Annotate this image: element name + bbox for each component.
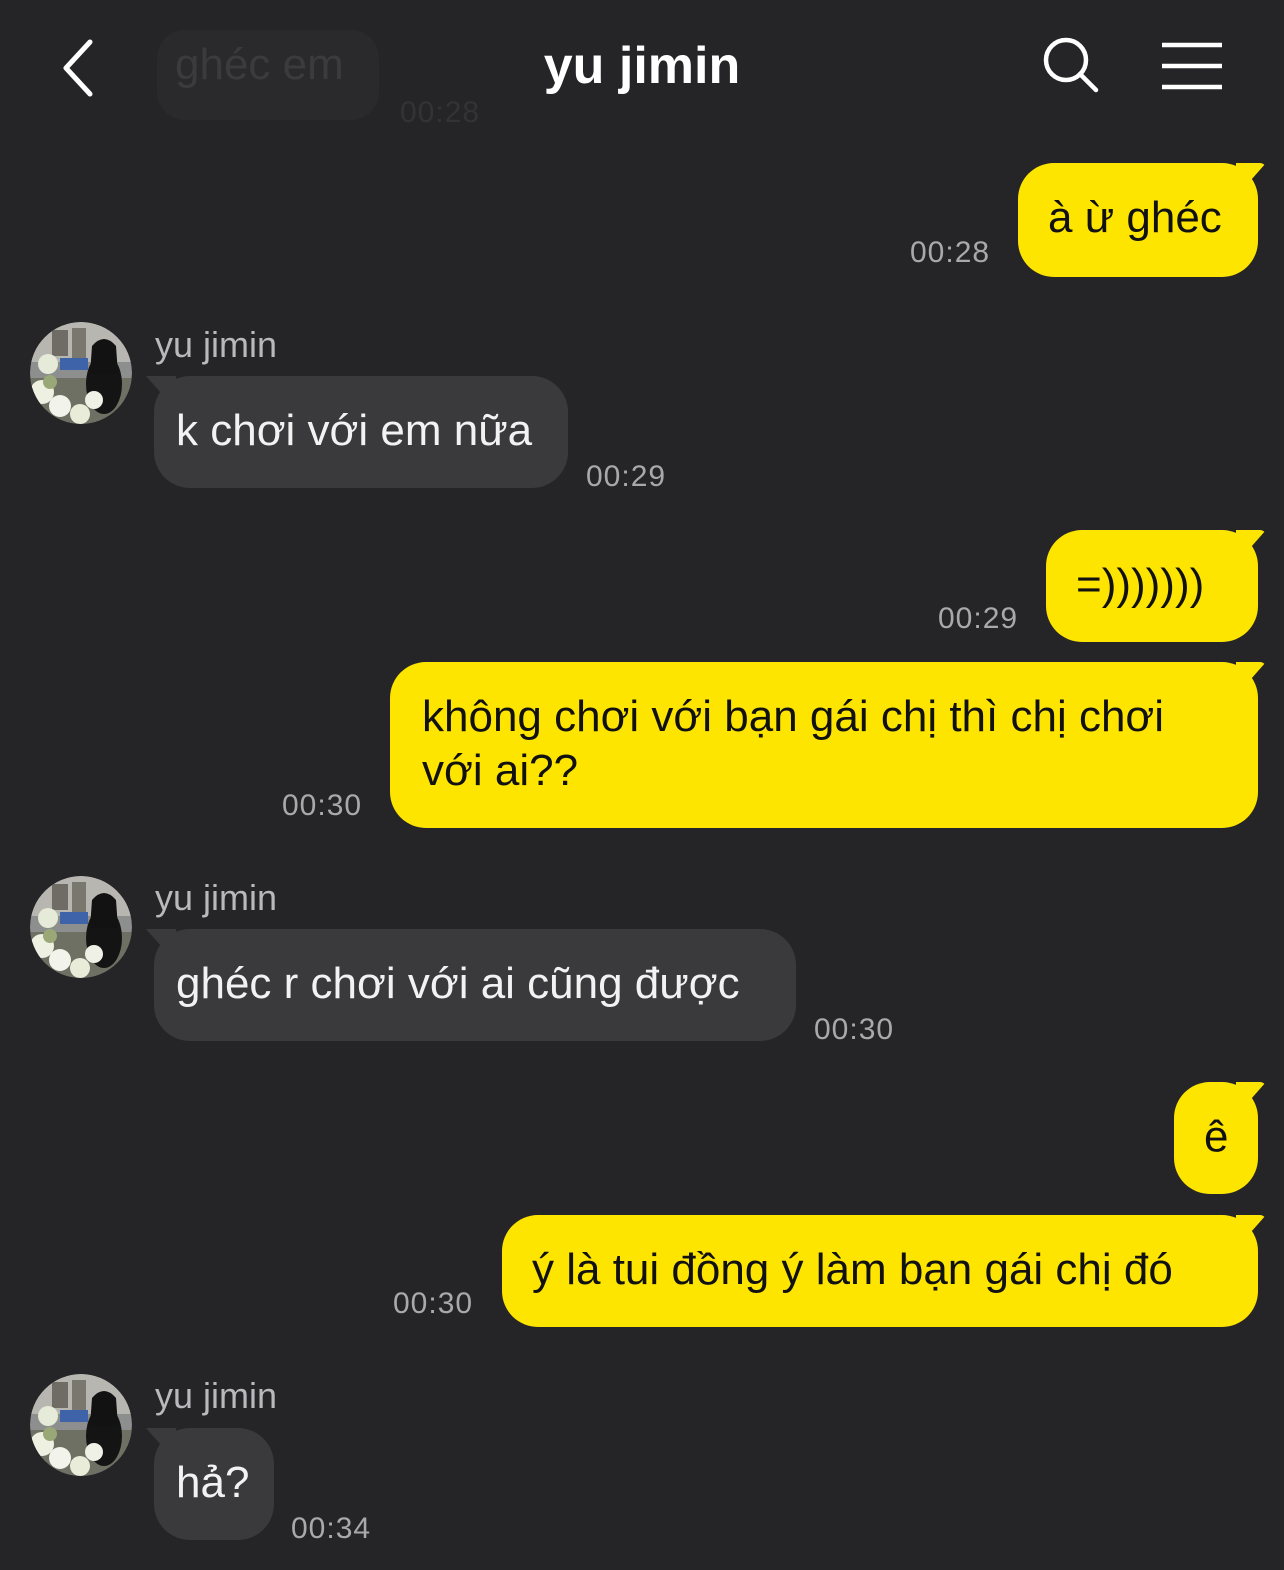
sender-name: yu jimin — [155, 324, 278, 365]
sender-name: yu jimin — [155, 877, 278, 918]
sender-name: yu jimin — [155, 1375, 278, 1416]
message-time: 00:29 — [938, 602, 1019, 635]
my-message-bubble[interactable]: ý là tui đồng ý làm bạn gái chị đó — [502, 1215, 1258, 1327]
message-text: k chơi với em nữa — [176, 406, 533, 455]
avatar[interactable] — [30, 1374, 132, 1476]
message-text: không chơi với bạn gái chị thì chị chơi … — [422, 692, 1165, 795]
my-message-bubble[interactable]: không chơi với bạn gái chị thì chị chơi … — [390, 662, 1258, 828]
their-message-bubble[interactable]: ghéc r chơi với ai cũng được — [154, 929, 796, 1041]
avatar[interactable] — [30, 322, 132, 424]
avatar[interactable] — [30, 876, 132, 978]
my-message-bubble[interactable]: =))))))) — [1046, 530, 1258, 642]
message-time: 00:28 — [910, 236, 991, 269]
message-time: 00:30 — [282, 789, 363, 822]
message-time: 00:29 — [586, 460, 667, 493]
previous-message-time: 00:28 — [400, 96, 481, 129]
message-text: à ừ ghéc — [1048, 193, 1222, 242]
my-message-bubble[interactable]: à ừ ghéc — [1018, 163, 1258, 277]
search-icon[interactable] — [1040, 34, 1104, 98]
their-message-bubble[interactable]: k chơi với em nữa — [154, 376, 568, 488]
message-text: hả? — [176, 1458, 250, 1507]
message-text: =))))))) — [1076, 560, 1205, 609]
my-message-bubble[interactable]: ê — [1174, 1082, 1258, 1194]
their-message-bubble[interactable]: hả? — [154, 1428, 274, 1540]
message-text: ê — [1204, 1112, 1229, 1161]
message-time: 00:34 — [291, 1512, 372, 1545]
message-time: 00:30 — [814, 1013, 895, 1046]
message-time: 00:30 — [393, 1287, 474, 1320]
message-text: ghéc r chơi với ai cũng được — [176, 959, 740, 1008]
menu-icon[interactable] — [1160, 40, 1226, 92]
message-text: ý là tui đồng ý làm bạn gái chị đó — [532, 1245, 1173, 1294]
chat-header: ghéc em 00:28 yu jimin — [0, 0, 1284, 140]
